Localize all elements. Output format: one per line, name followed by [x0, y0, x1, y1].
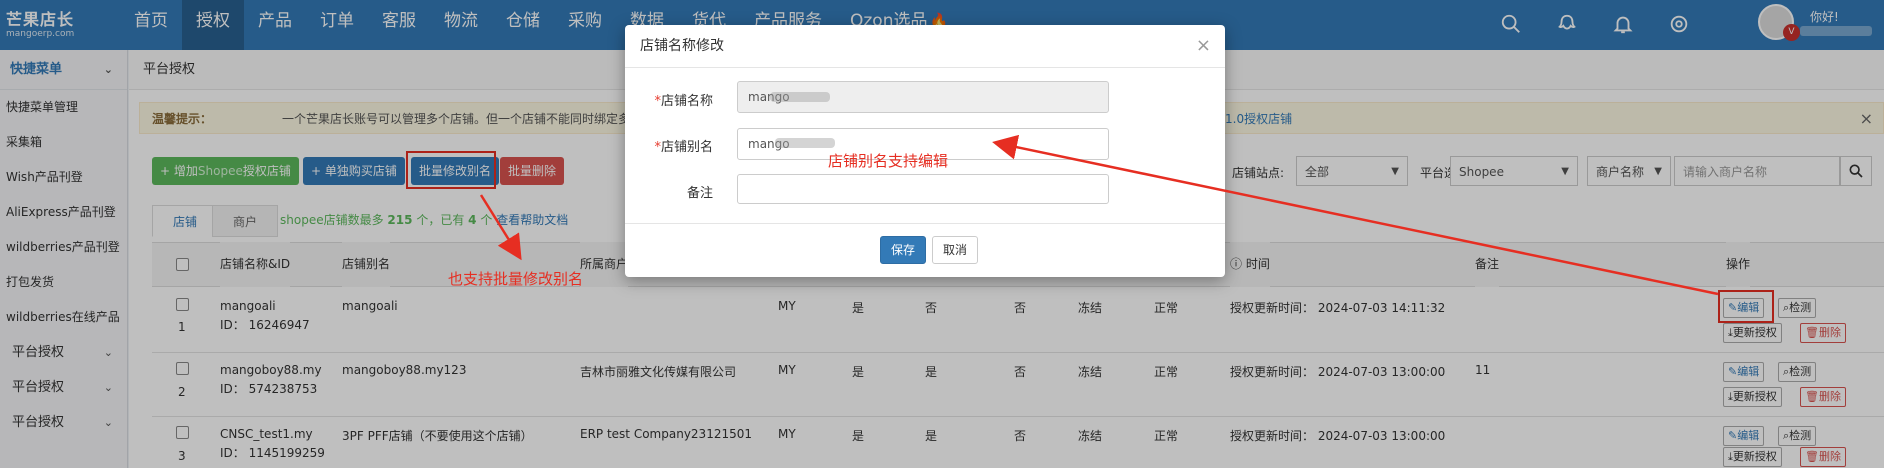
- modal-title: 店铺名称修改: [640, 38, 724, 54]
- shop-name-label-text: 店铺名称: [660, 94, 713, 109]
- shop-alias-blur: [775, 138, 835, 148]
- shop-name-label: *店铺名称: [625, 90, 713, 109]
- save-button[interactable]: 保存: [880, 236, 927, 264]
- close-icon[interactable]: ×: [1196, 35, 1211, 56]
- cancel-button[interactable]: 取消: [932, 236, 979, 264]
- shop-name-blur: [770, 92, 830, 102]
- modal-divider: [625, 67, 1225, 68]
- remark-textarea[interactable]: [737, 174, 1109, 204]
- modal-divider: [625, 223, 1225, 224]
- shop-alias-label-text: 店铺别名: [660, 140, 713, 155]
- shop-alias-label: *店铺别名: [625, 136, 713, 155]
- annotation-alias-editable: 店铺别名支持编辑: [828, 152, 949, 170]
- remark-label: 备注: [686, 186, 713, 201]
- annotation-batch-alias: 也支持批量修改别名: [448, 270, 584, 288]
